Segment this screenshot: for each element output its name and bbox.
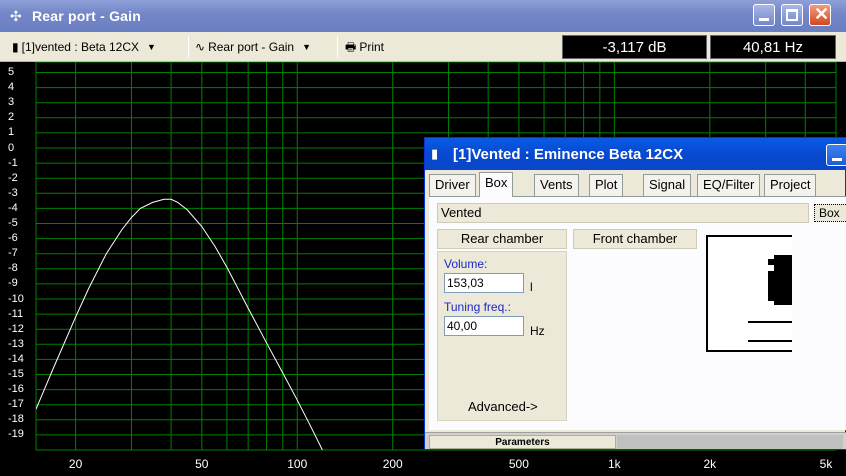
driver-dropdown-label: [1]vented : Beta 12CX xyxy=(21,40,140,54)
dialog-titlebar[interactable]: ▮ [1]Vented : Eminence Beta 12CX xyxy=(425,138,846,170)
y-tick-label: -16 xyxy=(8,383,24,396)
chevron-down-icon: ▼ xyxy=(147,42,156,52)
chevron-down-icon: ▼ xyxy=(302,42,312,52)
x-tick-label: 20 xyxy=(68,457,83,471)
volume-unit: l xyxy=(530,280,533,294)
tab-project[interactable]: Project xyxy=(764,174,817,196)
dialog-minimize-button[interactable] xyxy=(826,144,846,166)
tab-box[interactable]: Box xyxy=(479,172,514,197)
tab-plot[interactable]: Plot xyxy=(589,174,624,196)
close-icon: ✕ xyxy=(814,4,830,24)
y-tick-label: -2 xyxy=(8,171,18,184)
x-tick-label: 2k xyxy=(703,457,717,471)
x-tick-label: 50 xyxy=(195,457,209,471)
volume-input[interactable] xyxy=(444,273,524,293)
front-chamber-button[interactable]: Front chamber xyxy=(573,229,697,249)
print-label: Print xyxy=(359,40,385,54)
minimize-icon xyxy=(832,158,842,161)
box-preview xyxy=(706,235,792,352)
x-tick-label: 5k xyxy=(819,457,833,471)
toolbar-separator xyxy=(337,36,338,58)
minimize-button[interactable] xyxy=(753,4,775,26)
y-tick-label: -8 xyxy=(8,262,18,275)
y-tick-label: -11 xyxy=(8,307,24,320)
y-tick-label: -15 xyxy=(8,368,24,380)
y-tick-label: -10 xyxy=(8,292,24,305)
window-titlebar[interactable]: ✣ Rear port - Gain ✕ xyxy=(0,0,846,32)
y-tick-label: -1 xyxy=(8,156,18,169)
dialog-statusbar: Parameters xyxy=(425,432,846,449)
y-tick-label: -5 xyxy=(8,217,18,229)
plot-dropdown-label: Rear port - Gain xyxy=(208,40,295,54)
toolbar-separator xyxy=(188,36,189,58)
box-dialog: ▮ [1]Vented : Eminence Beta 12CX Driver … xyxy=(424,137,846,450)
box-button[interactable]: Box xyxy=(814,204,846,222)
tab-driver[interactable]: Driver xyxy=(429,174,476,196)
box-type-field[interactable]: Vented xyxy=(437,203,809,223)
frequency-readout: 40,81 Hz xyxy=(710,35,836,59)
print-button[interactable]: 🖶 Print xyxy=(345,38,384,56)
wave-icon: ∿ xyxy=(195,40,206,54)
y-tick-label: -14 xyxy=(8,352,24,365)
y-tick-label: -3 xyxy=(8,186,18,199)
toolbar: ▮ [1]vented : Beta 12CX ▼ ∿ Rear port - … xyxy=(0,32,846,62)
y-tick-label: -9 xyxy=(8,277,18,290)
box-tab-panel: Vented Box Rear chamber Front chamber Vo… xyxy=(429,196,846,430)
crosshair-icon: ✣ xyxy=(10,8,22,24)
advanced-button[interactable]: Advanced-> xyxy=(468,399,538,414)
y-tick-label: -13 xyxy=(8,337,24,350)
volume-label: Volume: xyxy=(444,257,488,271)
tuning-freq-label: Tuning freq.: xyxy=(444,300,511,314)
parameters-label: Parameters xyxy=(429,435,616,449)
plot-dropdown[interactable]: ∿ Rear port - Gain ▼ xyxy=(195,38,311,56)
y-tick-label: -6 xyxy=(8,232,18,245)
tab-eq-filter[interactable]: EQ/Filter xyxy=(697,174,761,196)
rear-chamber-button[interactable]: Rear chamber xyxy=(437,229,567,249)
x-tick-label: 500 xyxy=(508,457,529,471)
statusbar-fill xyxy=(617,435,843,449)
dialog-title: [1]Vented : Eminence Beta 12CX xyxy=(453,145,684,163)
y-tick-label: 1 xyxy=(8,126,15,139)
y-tick-label: -4 xyxy=(8,201,18,214)
tuning-freq-input[interactable] xyxy=(444,316,524,336)
maximize-icon xyxy=(786,9,798,21)
dialog-tabs: Driver Box Vents Plot Signal EQ/Filter P… xyxy=(429,172,846,197)
y-tick-label: -19 xyxy=(8,428,24,441)
y-tick-label: 5 xyxy=(8,66,15,78)
y-tick-label: -17 xyxy=(8,398,24,411)
maximize-button[interactable] xyxy=(781,4,803,26)
driver-dropdown[interactable]: ▮ [1]vented : Beta 12CX ▼ xyxy=(12,38,156,56)
speaker-icon: ▮ xyxy=(12,40,19,54)
minimize-icon xyxy=(759,18,769,21)
y-tick-label: -7 xyxy=(8,247,18,260)
x-tick-label: 100 xyxy=(287,457,308,471)
printer-icon: 🖶 xyxy=(345,40,357,54)
gain-curve xyxy=(36,198,323,450)
y-tick-label: -18 xyxy=(8,413,24,426)
y-tick-label: 0 xyxy=(8,141,15,154)
y-tick-label: 4 xyxy=(8,81,15,94)
tuning-freq-unit: Hz xyxy=(530,324,545,338)
window-title: Rear port - Gain xyxy=(32,8,141,24)
x-tick-label: 200 xyxy=(382,457,403,471)
box-diagram-icon xyxy=(748,255,792,342)
speaker-icon: ▮ xyxy=(431,146,439,161)
tab-vents[interactable]: Vents xyxy=(534,174,579,196)
close-button[interactable]: ✕ xyxy=(809,4,831,26)
x-tick-label: 1k xyxy=(608,457,621,471)
rear-chamber-panel: Volume: l Tuning freq.: Hz Advanced-> xyxy=(437,251,567,421)
y-tick-label: 3 xyxy=(8,96,15,109)
y-tick-label: -12 xyxy=(8,322,24,335)
tab-signal[interactable]: Signal xyxy=(643,174,692,196)
gain-readout: -3,117 dB xyxy=(562,35,707,59)
y-tick-label: 2 xyxy=(8,111,15,124)
